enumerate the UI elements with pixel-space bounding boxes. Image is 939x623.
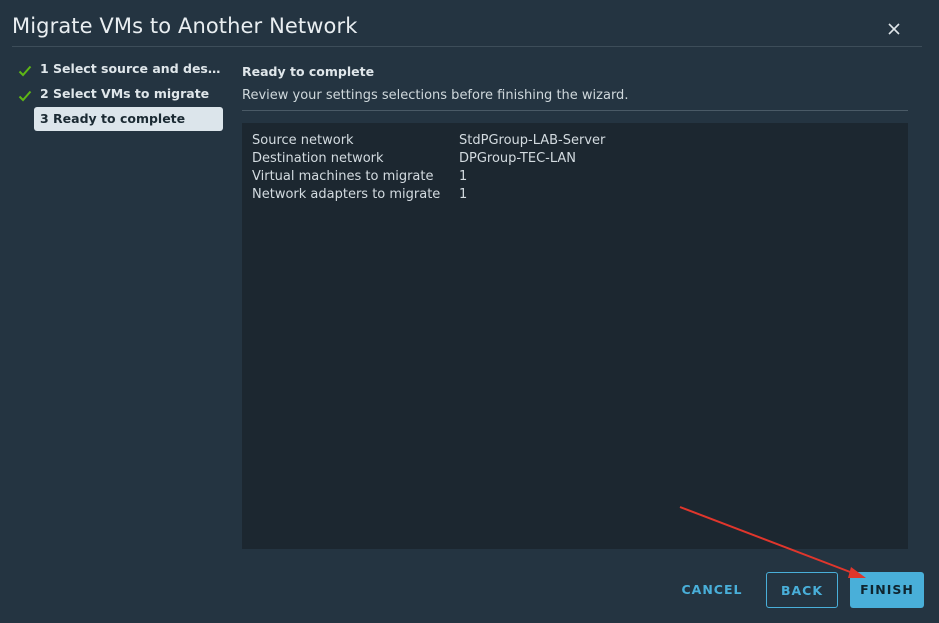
wizard-step-3[interactable]: 3 Ready to complete — [34, 107, 223, 131]
summary-panel: Source network StdPGroup-LAB-Server Dest… — [242, 123, 908, 549]
summary-value: 1 — [459, 187, 468, 202]
wizard-step-label: 2 Select VMs to migrate — [40, 86, 210, 101]
summary-key: Network adapters to migrate — [252, 187, 441, 202]
cancel-button[interactable]: CANCEL — [670, 572, 754, 608]
title-divider — [12, 46, 922, 47]
summary-key: Destination network — [252, 151, 384, 166]
back-button[interactable]: BACK — [766, 572, 838, 608]
summary-value: StdPGroup-LAB-Server — [459, 133, 606, 148]
dialog-title: Migrate VMs to Another Network — [12, 14, 358, 38]
close-icon[interactable] — [885, 20, 903, 38]
finish-button[interactable]: FINISH — [850, 572, 924, 608]
content-title: Ready to complete — [242, 64, 375, 79]
content-divider — [242, 110, 908, 111]
summary-value: DPGroup-TEC-LAN — [459, 151, 577, 166]
migrate-vms-dialog: Migrate VMs to Another Network 1 Select … — [0, 0, 939, 623]
wizard-step-1[interactable]: 1 Select source and destina... — [16, 57, 226, 81]
summary-key: Source network — [252, 133, 354, 148]
wizard-step-label: 1 Select source and destina... — [40, 61, 226, 76]
content-description: Review your settings selections before f… — [242, 88, 629, 103]
check-icon — [18, 87, 32, 102]
content-header: Ready to complete Review your settings s… — [242, 62, 908, 111]
wizard-steps: 1 Select source and destina... 2 Select … — [16, 57, 226, 132]
summary-key: Virtual machines to migrate — [252, 169, 434, 184]
summary-value: 1 — [459, 169, 468, 184]
check-icon — [18, 62, 32, 77]
wizard-step-2[interactable]: 2 Select VMs to migrate — [16, 82, 226, 106]
wizard-step-label: 3 Ready to complete — [40, 111, 186, 126]
